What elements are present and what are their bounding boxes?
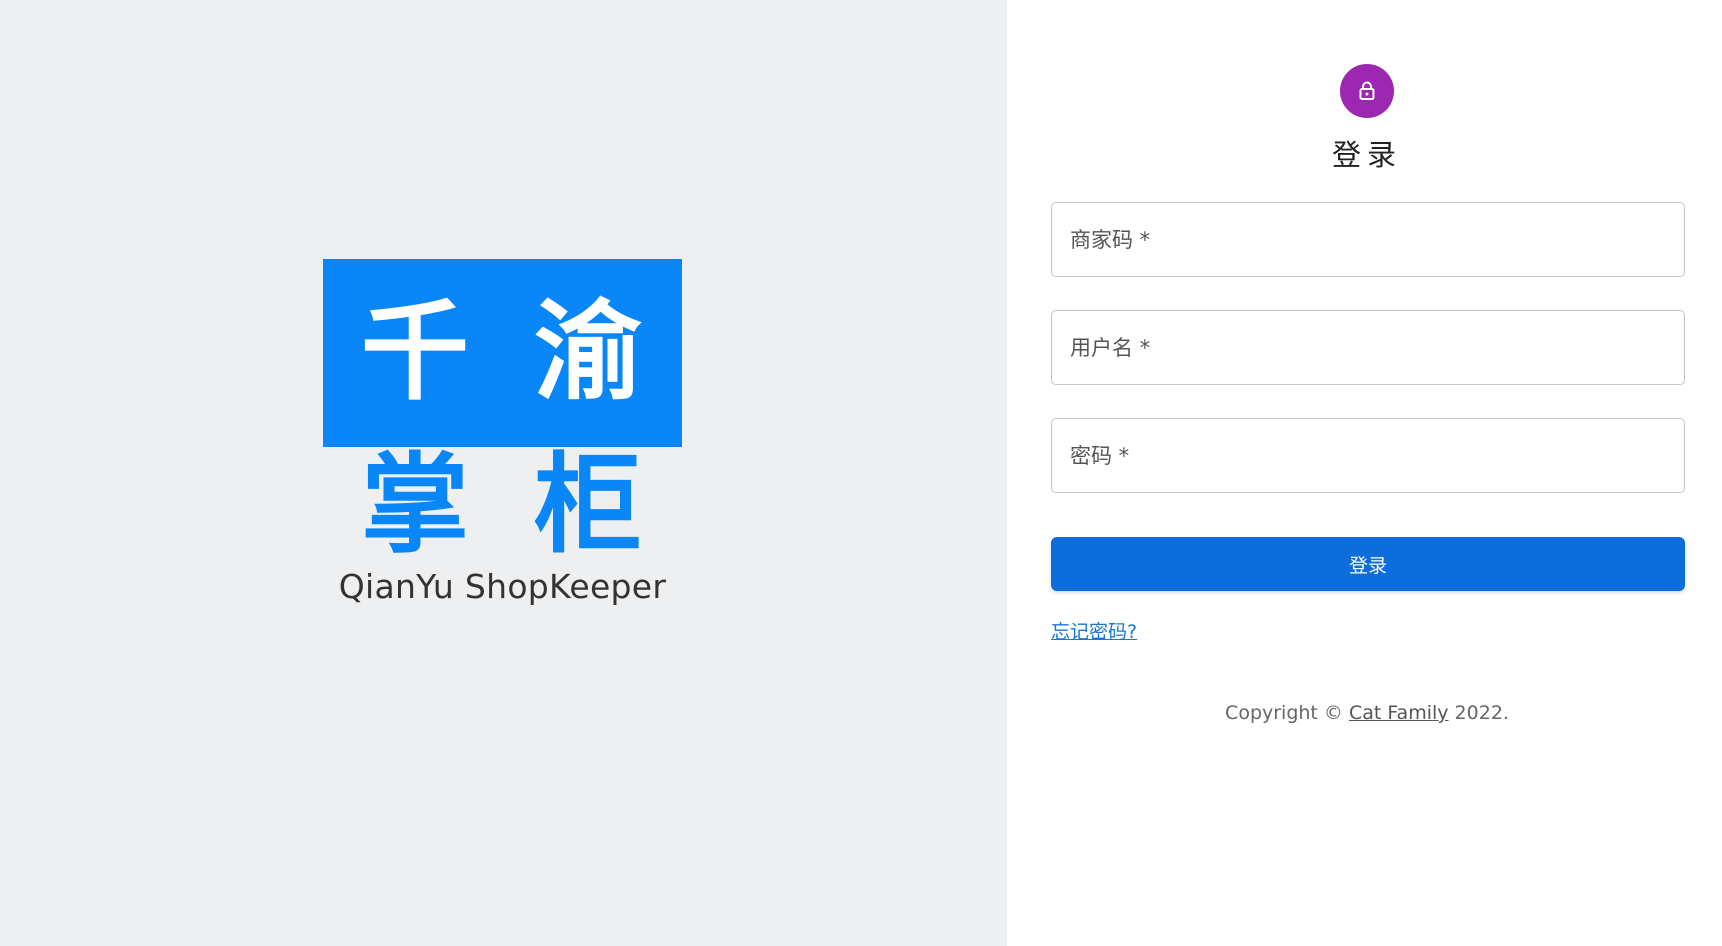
login-button[interactable]: 登录	[1051, 537, 1685, 591]
forgot-password-link[interactable]: 忘记密码?	[1051, 617, 1137, 644]
brand-panel: 千 渝 掌 柜 QianYu ShopKeeper	[0, 0, 1007, 946]
lock-icon	[1359, 81, 1375, 100]
merchant-code-field[interactable]	[1051, 202, 1685, 277]
password-field[interactable]	[1051, 418, 1685, 493]
owner-link[interactable]: Cat Family	[1349, 702, 1449, 724]
logo-bottom-block: 掌 柜	[323, 447, 682, 565]
brand-logo: 千 渝 掌 柜 QianYu ShopKeeper	[323, 259, 682, 606]
password-input[interactable]	[1052, 419, 1684, 492]
login-title: 登录	[1331, 138, 1402, 172]
copyright-text: Copyright © Cat Family 2022.	[1007, 702, 1722, 724]
copyright-prefix: Copyright ©	[1225, 702, 1349, 724]
logo-char-yu: 渝	[533, 290, 642, 415]
logo-top-block: 千 渝	[323, 259, 682, 447]
logo-char-qian: 千	[361, 290, 470, 415]
lock-avatar	[1340, 64, 1394, 118]
username-input[interactable]	[1052, 311, 1684, 384]
merchant-code-input[interactable]	[1052, 203, 1684, 276]
logo-char-zhang: 掌	[361, 443, 470, 568]
logo-char-gui: 柜	[533, 443, 642, 568]
brand-caption: QianYu ShopKeeper	[338, 567, 667, 606]
copyright-suffix: 2022.	[1448, 702, 1509, 724]
login-panel: 登录 登录 忘记密码? Copyright © Cat Family 2022.	[1007, 0, 1722, 946]
username-field[interactable]	[1051, 310, 1685, 385]
login-page: 千 渝 掌 柜 QianYu ShopKeeper 登录 商家码 * 用户名 *…	[0, 0, 1722, 946]
